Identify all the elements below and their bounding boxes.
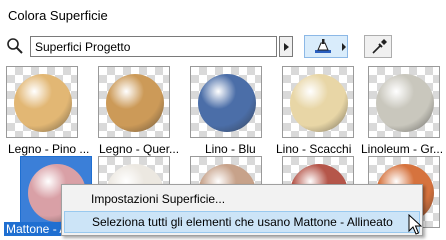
surface-label[interactable]: Legno - Quer... <box>99 142 187 156</box>
search-input[interactable] <box>31 37 276 56</box>
surface-preview <box>14 74 72 132</box>
brush-dropdown-arrow[interactable] <box>342 43 346 51</box>
surface-preview <box>290 74 348 132</box>
surface-tile[interactable] <box>98 66 170 138</box>
surface-preview <box>376 74 434 132</box>
eyedropper-button[interactable] <box>364 35 392 58</box>
toolbar <box>0 34 446 58</box>
search-combo[interactable] <box>30 36 277 57</box>
surface-tile[interactable] <box>368 66 440 138</box>
surface-preview <box>106 74 164 132</box>
mouse-pointer-icon <box>408 213 423 239</box>
menu-item-surface-settings[interactable]: Impostazioni Superficie... <box>64 188 420 210</box>
surface-label[interactable]: Linoleum - Gr... <box>361 142 445 156</box>
menu-item-select-all-elements[interactable]: Seleziona tutti gli elementi che usano M… <box>64 211 420 233</box>
surface-preview <box>198 74 256 132</box>
paint-brush-button[interactable] <box>304 35 348 58</box>
next-arrow-icon[interactable] <box>279 36 293 57</box>
surface-tile[interactable] <box>6 66 78 138</box>
search-icon <box>6 37 24 55</box>
surface-tile[interactable] <box>282 66 354 138</box>
surface-label[interactable]: Legno - Pino ... <box>8 142 96 156</box>
window-title: Colora Superficie <box>8 8 108 23</box>
surface-label[interactable]: Lino - Scacchi <box>276 142 364 156</box>
surface-tile[interactable] <box>190 66 262 138</box>
context-menu: Impostazioni Superficie... Seleziona tut… <box>61 184 423 236</box>
